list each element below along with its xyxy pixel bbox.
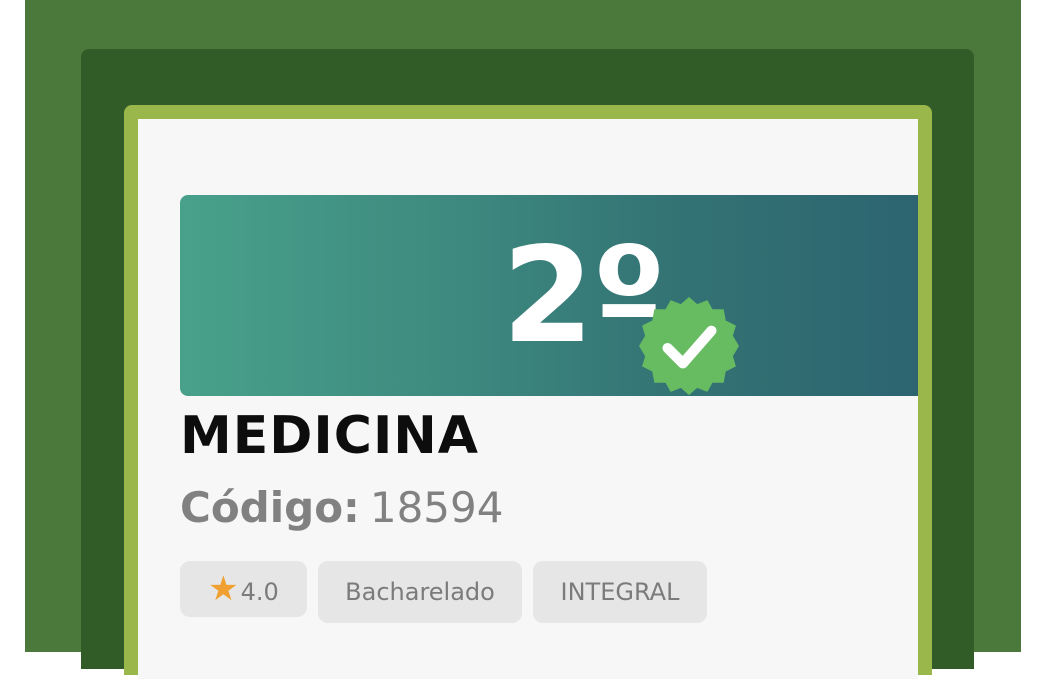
degree-tag: Bacharelado: [318, 561, 522, 623]
rating-value: 4.0: [240, 578, 279, 606]
rating-tag: ★ 4.0: [180, 561, 307, 617]
course-code-label: Código:: [180, 483, 360, 532]
course-name: MEDICINA: [180, 406, 480, 466]
shift-tag: INTEGRAL: [533, 561, 707, 623]
course-code-value: 18594: [369, 483, 504, 532]
course-code: Código: 18594: [180, 481, 503, 535]
check-badge-icon: [639, 297, 739, 395]
course-card[interactable]: 2º MEDICINA Código: 18594 ★ 4.0 Bacharela…: [138, 119, 918, 679]
star-icon: ★: [208, 569, 239, 609]
ranking-banner: 2º: [180, 195, 918, 396]
